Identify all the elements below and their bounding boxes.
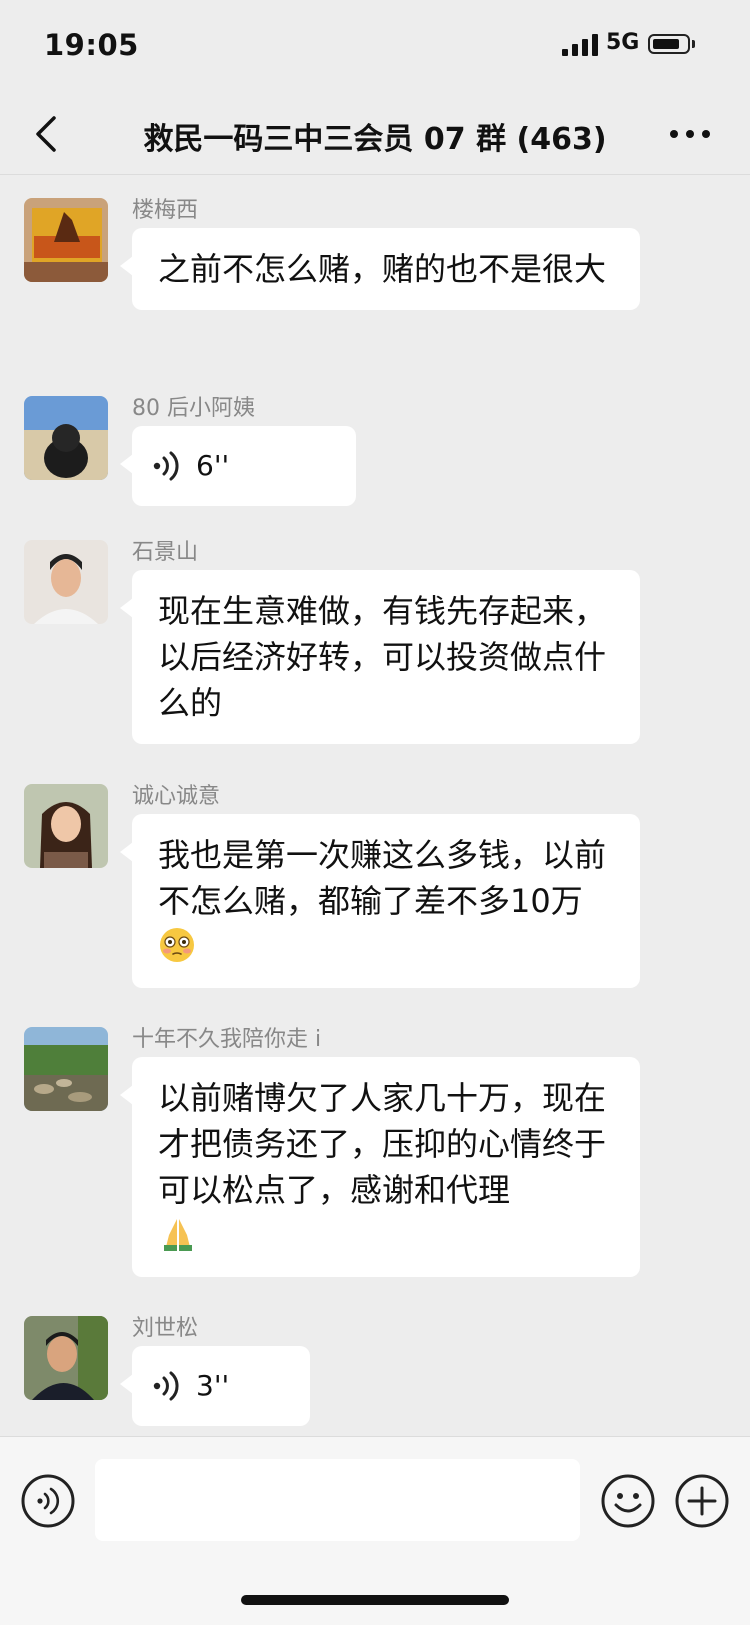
battery-cap [692, 40, 695, 48]
emoji-icon[interactable] [600, 1473, 656, 1529]
voice-message-bubble[interactable]: 3'' [120, 1346, 310, 1426]
avatar[interactable] [24, 784, 108, 868]
avatar[interactable] [24, 396, 108, 480]
message-text: 之前不怎么赌，赌的也不是很大 [158, 250, 607, 288]
voice-wave-icon [153, 1371, 179, 1401]
voice-duration: 6'' [196, 449, 230, 482]
folded-hands-emoji [164, 1219, 192, 1251]
avatar[interactable] [24, 198, 108, 282]
voice-duration: 3'' [196, 1369, 230, 1402]
message-text: 以前赌博欠了人家几十万，现在才把债务还了，压抑的心情终于可以松点了，感谢和代理 [158, 1079, 607, 1209]
sender-name: 诚心诚意 [132, 784, 221, 809]
flushed-face-emoji [160, 928, 194, 962]
signal-icon [562, 34, 598, 56]
battery-fill [653, 39, 679, 49]
more-options-icon[interactable] [668, 128, 712, 140]
message-input[interactable] [95, 1459, 580, 1541]
home-indicator [241, 1595, 509, 1605]
message-bubble[interactable]: 现在生意难做，有钱先存起来，以后经济好转，可以投资做点什么的 [120, 570, 640, 744]
avatar[interactable] [24, 1027, 108, 1111]
message-text: 我也是第一次赚这么多钱，以前不怎么赌，都输了差不多10万 [158, 836, 607, 920]
plus-icon[interactable] [674, 1473, 730, 1529]
chat-nav-bar: 救民一码三中三会员 07 群 (463) [0, 92, 750, 175]
message-bubble[interactable]: 以前赌博欠了人家几十万，现在才把债务还了，压抑的心情终于可以松点了，感谢和代理 [120, 1057, 640, 1277]
voice-message-bubble[interactable]: 6'' [120, 426, 356, 506]
network-type: 5G [606, 30, 640, 55]
message-bubble[interactable]: 我也是第一次赚这么多钱，以前不怎么赌，都输了差不多10万 [120, 814, 640, 988]
message-text: 现在生意难做，有钱先存起来，以后经济好转，可以投资做点什么的 [158, 592, 607, 722]
status-bar: 19:05 5G [0, 0, 750, 92]
voice-wave-icon [153, 451, 179, 481]
voice-input-toggle-icon[interactable] [20, 1473, 76, 1529]
sender-name: 80 后小阿姨 [132, 396, 255, 421]
chat-title: 救民一码三中三会员 07 群 (463) [143, 122, 607, 157]
avatar[interactable] [24, 1316, 108, 1400]
battery-icon [648, 34, 690, 54]
sender-name: 楼梅西 [132, 198, 199, 223]
avatar[interactable] [24, 540, 108, 624]
sender-name: 十年不久我陪你走 i [132, 1027, 322, 1052]
chat-input-bar [0, 1436, 750, 1625]
status-time: 19:05 [44, 28, 139, 62]
sender-name: 石景山 [132, 540, 199, 565]
message-bubble[interactable]: 之前不怎么赌，赌的也不是很大 [120, 228, 640, 310]
sender-name: 刘世松 [132, 1316, 199, 1341]
